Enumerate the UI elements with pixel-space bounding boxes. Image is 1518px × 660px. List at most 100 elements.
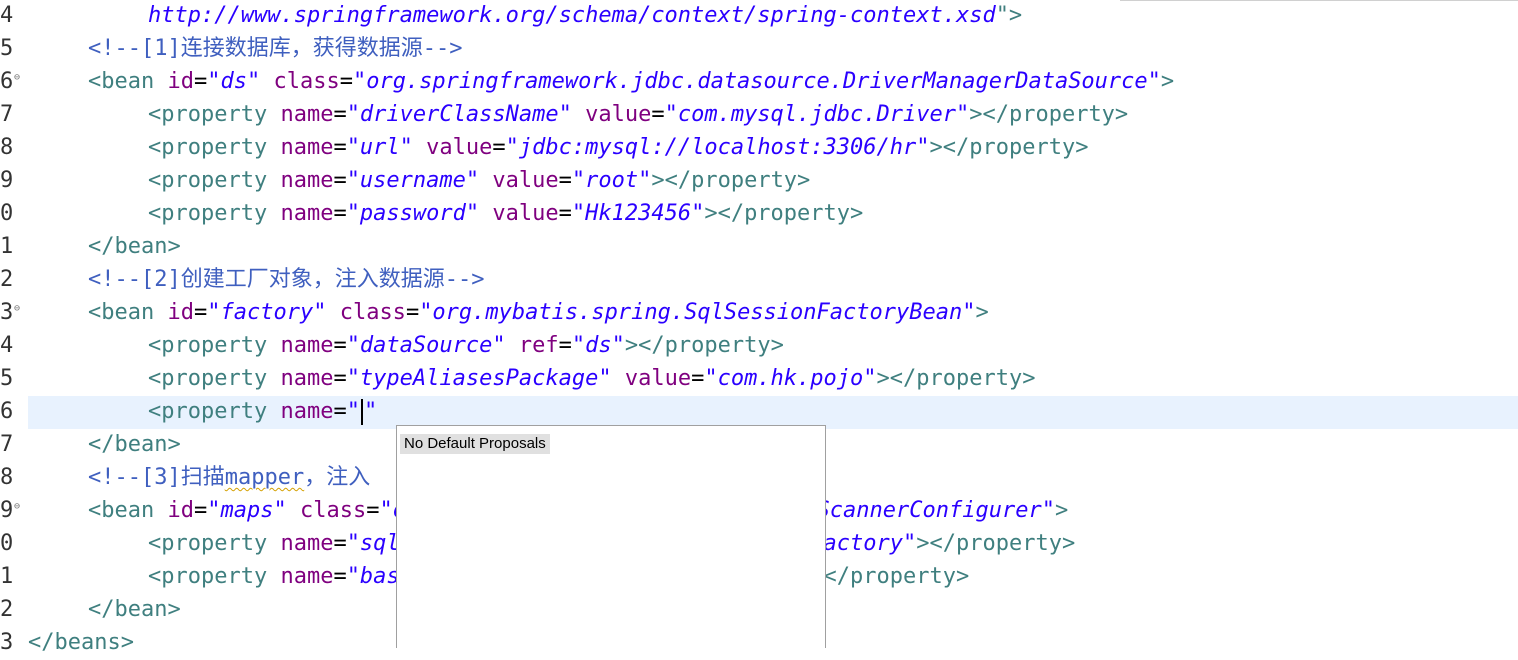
code-text[interactable]: <bean id="factory" class="org.mybatis.sp…: [88, 300, 989, 326]
code-line[interactable]: 4 <property name="dataSource" ref="ds"></…: [0, 330, 1518, 363]
line-gutter: 2: [0, 264, 26, 297]
attribute-value: "root": [571, 168, 652, 193]
xml-tag: >: [975, 300, 989, 325]
line-number: 2: [0, 597, 14, 622]
code-text[interactable]: <property name="typeAliasesPackage" valu…: [148, 366, 1035, 392]
code-text[interactable]: http://www.springframework.org/schema/co…: [148, 3, 1022, 29]
code-line[interactable]: 7 <property name="driverClassName" value=…: [0, 99, 1518, 132]
code-text[interactable]: <bean id="ds" class="org.springframework…: [88, 69, 1174, 95]
line-gutter: 6 ⊖: [0, 66, 26, 99]
equals-sign: =: [558, 201, 572, 226]
equals-sign: =: [339, 69, 353, 94]
code-text[interactable]: <property name="dataSource" ref="ds"></p…: [148, 333, 784, 359]
attribute-name: id: [167, 69, 194, 94]
attribute-value: http://www.springframework.org/schema/co…: [148, 3, 996, 28]
line-gutter: 3 ⊖: [0, 297, 26, 330]
line-number: 1: [0, 564, 14, 589]
xml-comment: <!--[3]扫描: [88, 465, 225, 490]
equals-sign: =: [333, 168, 347, 193]
equals-sign: =: [193, 498, 208, 523]
line-gutter: 1: [0, 561, 26, 594]
no-proposals-label[interactable]: No Default Proposals: [400, 434, 550, 454]
code-text[interactable]: <property name="url" value="jdbc:mysql:/…: [148, 135, 1088, 161]
attribute-name: class: [273, 69, 340, 94]
xml-tag: ></property>: [810, 564, 970, 589]
line-number: 4: [0, 3, 14, 28]
equals-sign: =: [333, 531, 347, 556]
xml-editor[interactable]: 4 http://www.springframework.org/schema/c…: [0, 0, 1518, 655]
line-number: 8: [0, 135, 14, 160]
code-line[interactable]: 5 <property name="typeAliasesPackage" val…: [0, 363, 1518, 396]
xml-tag: </bean>: [88, 234, 181, 259]
xml-tag: >: [1054, 498, 1069, 523]
code-text[interactable]: </bean>: [88, 432, 181, 458]
line-number: 7: [0, 432, 14, 457]
attribute-name: class: [339, 300, 406, 325]
fold-collapse-icon[interactable]: ⊖: [14, 304, 20, 314]
attribute-value: "ds": [207, 69, 261, 94]
attribute-name: name: [280, 135, 334, 160]
code-line[interactable]: 2 <!--[2]创建工厂对象，注入数据源-->: [0, 264, 1518, 297]
line-number: 5: [0, 36, 14, 61]
xml-tag: ></property>: [704, 201, 864, 226]
attribute-value: "typeAliasesPackage": [346, 366, 612, 391]
attribute-name: name: [280, 564, 334, 589]
code-text[interactable]: <property name=" ": [148, 399, 377, 425]
line-gutter: 5: [0, 363, 26, 396]
line-number: 6: [0, 399, 14, 424]
attribute-name: value: [492, 201, 559, 226]
line-gutter: 4: [0, 330, 26, 363]
code-line[interactable]: 1 </bean>: [0, 231, 1518, 264]
code-line[interactable]: 4 http://www.springframework.org/schema/c…: [0, 0, 1518, 33]
code-text[interactable]: <!--[3]扫描mapper，注入: [88, 465, 370, 491]
line-number: 5: [0, 366, 14, 391]
xml-tag: <property: [148, 564, 281, 589]
code-text[interactable]: <!--[2]创建工厂对象，注入数据源-->: [88, 267, 484, 293]
attribute-value: "dataSource": [346, 333, 506, 358]
attribute-name: name: [280, 333, 334, 358]
attribute-value: "org.mybatis.spring.SqlSessionFactoryBea…: [419, 300, 976, 325]
line-number: 0: [0, 201, 14, 226]
code-line[interactable]: 8 <property name="url" value="jdbc:mysql:…: [0, 132, 1518, 165]
code-line[interactable]: 5 <!--[1]连接数据库，获得数据源-->: [0, 33, 1518, 66]
xml-tag: ></property>: [969, 102, 1129, 127]
code-text[interactable]: <property name="driverClassName" value="…: [148, 102, 1128, 128]
attribute-value: "com.hk.pojo": [704, 366, 877, 391]
code-text[interactable]: </bean>: [88, 234, 181, 260]
equals-sign: =: [366, 498, 380, 523]
xml-tag: [260, 69, 273, 94]
line-number: 2: [0, 267, 14, 292]
attribute-value: "password": [346, 201, 480, 226]
xml-tag: </bean>: [88, 432, 181, 457]
xml-tag: [612, 366, 625, 391]
attribute-value: "Hk123456": [571, 201, 705, 226]
code-line[interactable]: 9 <property name="username" value="root">…: [0, 165, 1518, 198]
code-line[interactable]: 6 ⊖ <bean id="ds" class="org.springframewo…: [0, 66, 1518, 99]
attribute-name: value: [585, 102, 652, 127]
attribute-value: ": [346, 399, 360, 424]
code-text[interactable]: <property name="password" value="Hk12345…: [148, 201, 863, 227]
line-gutter: 1: [0, 231, 26, 264]
attribute-name: name: [280, 399, 334, 424]
line-gutter: 0: [0, 528, 26, 561]
equals-sign: =: [492, 135, 506, 160]
fold-collapse-icon[interactable]: ⊖: [14, 502, 20, 512]
attribute-name: ref: [518, 333, 559, 358]
line-gutter: 7: [0, 99, 26, 132]
content-assist-popup[interactable]: No Default Proposals: [396, 425, 826, 648]
code-text[interactable]: </bean>: [88, 597, 181, 623]
code-text[interactable]: <property name="username" value="root"><…: [148, 168, 810, 194]
fold-collapse-icon[interactable]: ⊖: [14, 73, 20, 83]
attribute-name: id: [167, 300, 194, 325]
code-text[interactable]: <!--[1]连接数据库，获得数据源-->: [88, 36, 462, 62]
equals-sign: =: [333, 102, 347, 127]
attribute-name: value: [426, 135, 493, 160]
code-line[interactable]: 3 ⊖ <bean id="factory" class="org.mybatis.…: [0, 297, 1518, 330]
line-gutter: 9 ⊖: [0, 495, 26, 528]
xml-comment: <!--[1]连接数据库，获得数据源-->: [88, 36, 463, 61]
code-text[interactable]: </beans>: [28, 630, 134, 656]
xml-comment: ，注入: [304, 465, 371, 490]
code-line[interactable]: 0 <property name="password" value="Hk1234…: [0, 198, 1518, 231]
equals-sign: =: [193, 69, 208, 94]
line-number: 7: [0, 102, 14, 127]
